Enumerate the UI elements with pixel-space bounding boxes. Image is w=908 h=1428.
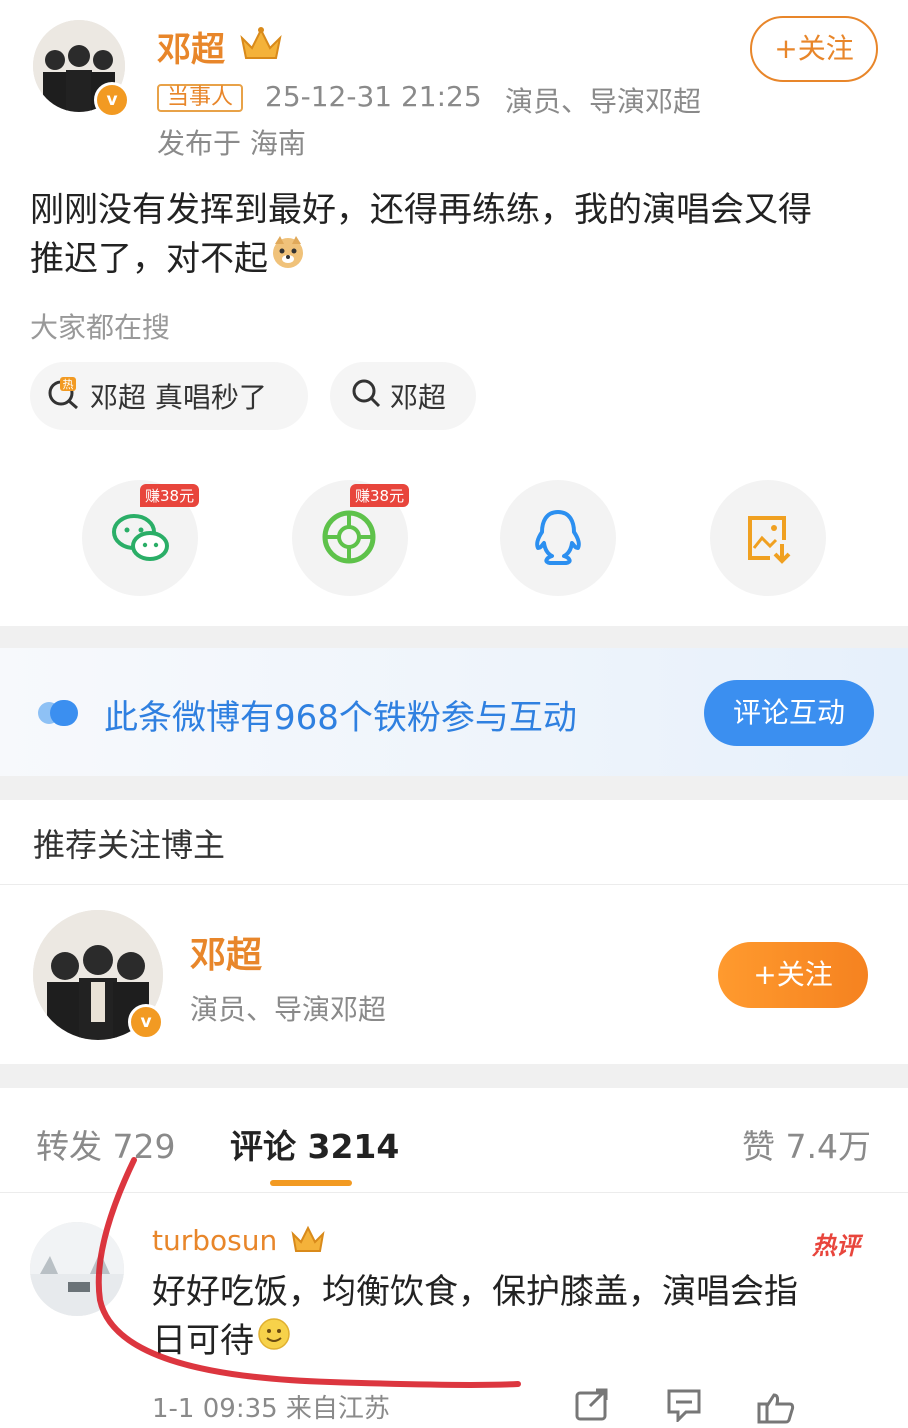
section-divider: [0, 776, 908, 800]
comment-interact-button[interactable]: 评论互动: [704, 680, 874, 746]
qq-icon: [532, 508, 584, 572]
crown-icon: [238, 24, 284, 66]
smile-emoji-icon: [256, 1316, 292, 1365]
section-divider: [0, 1064, 908, 1088]
fan-icon: [36, 698, 82, 732]
hot-search-icon: 热: [46, 375, 82, 418]
tab-repost[interactable]: 转发 729: [36, 1120, 175, 1168]
post-content-line2: 推迟了，对不起: [30, 238, 268, 279]
post-location: 发布于 海南: [157, 127, 306, 160]
divider-line: [0, 1192, 908, 1193]
commenter-name[interactable]: turbosun: [152, 1224, 277, 1257]
reply-comment-icon[interactable]: [666, 1388, 702, 1426]
tab-likes[interactable]: 赞 7.4万: [742, 1120, 871, 1168]
doge-emoji-icon: [270, 234, 306, 283]
earn-badge: 赚38元: [140, 484, 200, 507]
verified-badge: v: [94, 82, 130, 118]
search-heading: 大家都在搜: [30, 311, 171, 344]
recommend-description: 演员、导演邓超: [190, 993, 387, 1026]
follow-button[interactable]: +关注: [750, 16, 878, 82]
recommend-name[interactable]: 邓超: [190, 926, 262, 978]
search-chip-hot[interactable]: 热 邓超 真唱秒了: [30, 362, 308, 430]
recommend-follow-button[interactable]: +关注: [718, 942, 868, 1008]
post-content: 刚刚没有发挥到最好，还得再练练，我的演唱会又得 推迟了，对不起: [30, 186, 812, 283]
comment-text-line1: 好好吃饭，均衡饮食，保护膝盖，演唱会指: [152, 1272, 798, 1312]
save-image-button[interactable]: [710, 480, 826, 596]
comment-text-line2: 日可待: [152, 1320, 254, 1361]
search-chip[interactable]: 邓超: [330, 362, 476, 430]
crown-icon: [290, 1224, 326, 1258]
author-name[interactable]: 邓超: [157, 22, 225, 71]
comment-text: 好好吃饭，均衡饮食，保护膝盖，演唱会指 日可待: [152, 1268, 798, 1365]
svg-text:热: 热: [63, 378, 74, 391]
hot-comment-badge: 热评: [812, 1232, 860, 1260]
earn-badge: 赚38元: [350, 484, 410, 507]
author-description: 演员、导演邓超: [505, 85, 702, 118]
tab-comments[interactable]: 评论 3214: [230, 1120, 399, 1168]
like-comment-icon[interactable]: [756, 1392, 796, 1428]
post-content-line1: 刚刚没有发挥到最好，还得再练练，我的演唱会又得: [30, 190, 812, 230]
commenter-avatar[interactable]: [30, 1222, 124, 1316]
comment-meta: 1-1 09:35 来自江苏: [152, 1394, 390, 1424]
search-chip-label: 邓超: [390, 381, 447, 414]
banner-text: 此条微博有968个铁粉参与互动: [104, 698, 577, 738]
search-chip-label: 邓超 真唱秒了: [90, 381, 267, 414]
share-qq-button[interactable]: [500, 480, 616, 596]
verified-badge: v: [128, 1004, 164, 1040]
share-comment-icon[interactable]: [574, 1388, 610, 1426]
role-tag: 当事人: [157, 84, 244, 112]
recommend-heading: 推荐关注博主: [33, 826, 226, 864]
divider-line: [0, 884, 908, 885]
save-image-icon: [744, 514, 794, 568]
moments-icon: [320, 508, 378, 570]
post-timestamp: 25-12-31 21:25: [265, 80, 482, 113]
wechat-icon: [110, 510, 172, 568]
search-icon: [350, 377, 382, 416]
tab-active-indicator: [270, 1180, 352, 1186]
section-divider: [0, 626, 908, 648]
